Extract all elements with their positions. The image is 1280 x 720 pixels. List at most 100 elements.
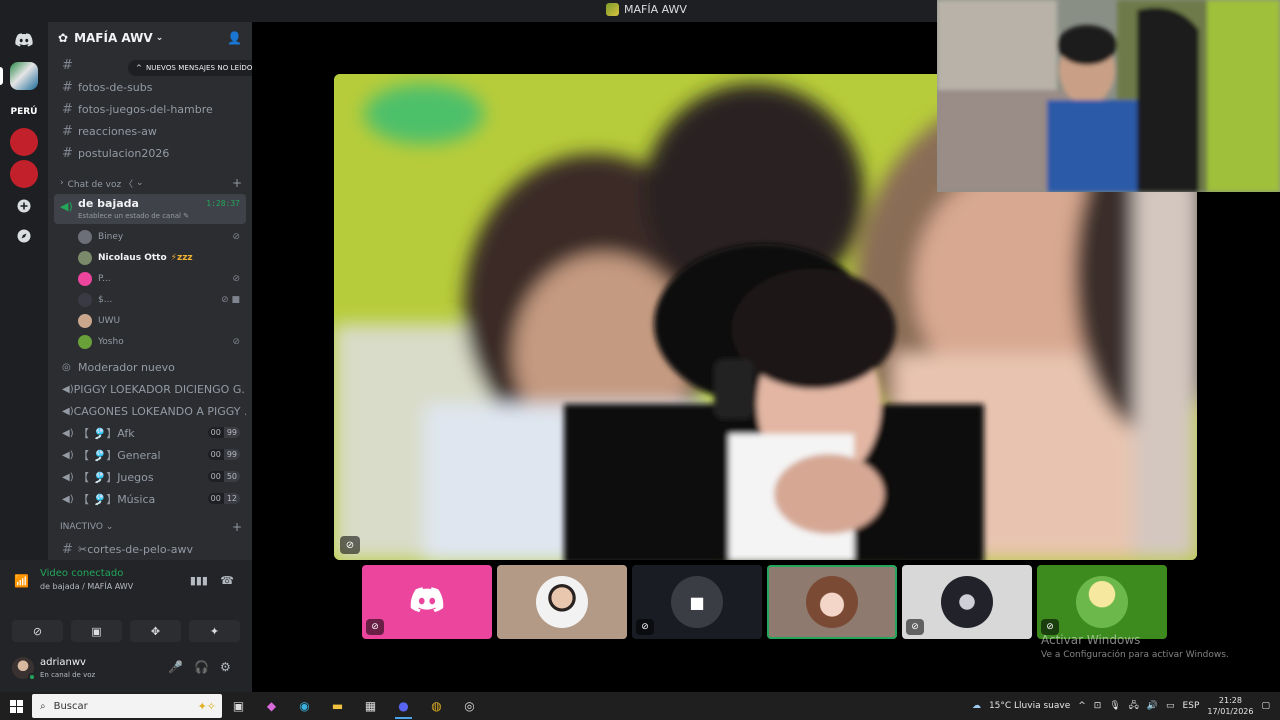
speaker-icon: ◀) xyxy=(62,493,74,505)
window-title-text: MAFÍA AWV xyxy=(624,3,687,16)
channel-status-prompt[interactable]: Establece un estado de canal ✎ xyxy=(78,212,189,220)
server-icon-red-2[interactable] xyxy=(10,160,38,188)
soundboard-button[interactable]: ✦ xyxy=(189,620,240,642)
speaker-icon: ◀) xyxy=(62,405,74,417)
voice-channel[interactable]: ◀) 【 🎐】Afk 00 99 xyxy=(54,422,246,444)
text-channel[interactable]: # reacciones-aw xyxy=(54,120,246,142)
add-channel-icon[interactable]: + xyxy=(232,176,242,190)
voice-user[interactable]: UWU xyxy=(78,310,252,331)
user-count-badge: 00 50 xyxy=(207,471,240,482)
voice-channel[interactable]: ◎ Moderador nuevo xyxy=(54,356,246,378)
current-user[interactable]: adrianwv En canal de voz 🎤 🎧 ⚙ xyxy=(8,652,244,688)
participant-tile[interactable] xyxy=(497,565,627,639)
avatar xyxy=(78,334,92,349)
hash-icon: # xyxy=(62,57,73,73)
file-explorer-icon[interactable]: ▬ xyxy=(321,692,354,720)
copilot-icon[interactable]: ◆ xyxy=(255,692,288,720)
microphone-icon[interactable]: 🎤 xyxy=(168,660,183,674)
screen-share-icon: ▣ xyxy=(91,624,102,638)
clock[interactable]: 21:28 17/01/2026 xyxy=(1207,695,1253,717)
screen-share-button[interactable]: ▣ xyxy=(71,620,122,642)
mic-muted-icon: ⊘ xyxy=(340,536,360,554)
user-panel: 📶 Video conectado de bajada / MAFÍA AWV … xyxy=(0,560,252,692)
server-name: MAFÍA AWV xyxy=(74,31,153,45)
edge-icon[interactable]: ◉ xyxy=(288,692,321,720)
participant-tile[interactable]: ⊘ xyxy=(1037,565,1167,639)
avatar xyxy=(806,576,858,628)
noise-suppression-icon[interactable]: ▮▮▮ xyxy=(190,574,208,587)
voice-channel[interactable]: ◀) PIGGY LOEKADOR DICIENGO G... xyxy=(54,378,246,400)
video-stage: ⊘ ⊘ ■ ⊘ ⊘ ⊘ xyxy=(252,0,1280,692)
voice-timer: 1:28:37 xyxy=(206,199,240,208)
volume-icon[interactable]: 🔊 xyxy=(1147,701,1158,711)
weather-text[interactable]: 15°C Lluvia suave xyxy=(989,701,1070,711)
chevron-up-icon[interactable]: ^ xyxy=(1078,701,1086,711)
participant-tile[interactable]: ■ ⊘ xyxy=(632,565,762,639)
window-title: MAFÍA AWV xyxy=(606,3,687,16)
voice-user[interactable]: Nicolaus Otto ⚡zzz xyxy=(78,247,252,268)
voice-channel[interactable]: ◀) 【 🎐】Juegos 00 50 xyxy=(54,466,246,488)
voice-channel[interactable]: ◀) 【 🎐】Música 00 12 xyxy=(54,488,246,510)
rail-selected-pip xyxy=(0,67,3,85)
disconnect-icon[interactable]: ☎ xyxy=(220,574,234,587)
signal-icon[interactable]: 📶 xyxy=(14,574,29,588)
voice-user[interactable]: Biney ⊘ xyxy=(78,226,252,247)
hash-icon: # xyxy=(62,145,73,161)
battery-icon[interactable]: ▭ xyxy=(1166,701,1175,711)
participant-tile[interactable]: ⊘ xyxy=(902,565,1032,639)
avatar xyxy=(78,292,92,307)
settings-gear-icon[interactable]: ⚙ xyxy=(220,660,231,674)
server-icon-mafia-awv[interactable] xyxy=(10,62,38,90)
tray-app-icon[interactable]: ⊡ xyxy=(1094,701,1102,711)
voice-user[interactable]: $... ⊘ ■ xyxy=(78,289,252,310)
activities-button[interactable]: ✥ xyxy=(130,620,181,642)
participant-tile-selected[interactable] xyxy=(767,565,897,639)
camera-off-button[interactable]: ⊘ xyxy=(12,620,63,642)
speaker-icon: ◀) xyxy=(60,200,73,213)
category-voice-chat[interactable]: › Chat de voz 〈 ⌄ + xyxy=(54,172,246,194)
weather-icon: ☁ xyxy=(971,701,981,711)
hash-icon: # xyxy=(62,123,73,139)
server-icon-red-1[interactable] xyxy=(10,128,38,156)
add-server-icon[interactable] xyxy=(10,192,38,220)
chrome-icon[interactable]: ◍ xyxy=(420,692,453,720)
active-voice-channel[interactable]: ◀) de bajada Establece un estado de cana… xyxy=(54,194,246,224)
tray-mic-icon[interactable]: 🎙 xyxy=(1109,701,1120,711)
notification-icon[interactable]: ▢ xyxy=(1261,701,1270,711)
text-channel[interactable]: # fotos-juegos-del-hambre xyxy=(54,98,246,120)
webcam-frame xyxy=(937,0,1280,192)
connection-title: Video conectado xyxy=(40,568,124,579)
mic-muted-icon: ⊘ xyxy=(366,619,384,635)
windows-start-icon[interactable] xyxy=(0,692,32,720)
add-channel-icon[interactable]: + xyxy=(232,520,242,534)
taskbar-search[interactable]: ⌕ Buscar ✦✧ xyxy=(32,694,222,718)
voice-channel[interactable]: ◀) CAGONES LOKEANDO A PIGGY ... xyxy=(54,400,246,422)
text-channel[interactable]: # ✂cortes-de-pelo-awv xyxy=(54,538,246,560)
chevron-right-icon: › xyxy=(60,178,64,188)
active-voice-name: de bajada xyxy=(78,197,139,210)
voice-user[interactable]: P... ⊘ xyxy=(78,268,252,289)
chevron-down-icon: ⌄ xyxy=(155,33,164,43)
language-indicator[interactable]: ESP xyxy=(1183,701,1200,711)
invite-people-icon[interactable]: 👤 xyxy=(227,31,242,45)
connection-subtitle[interactable]: de bajada / MAFÍA AWV xyxy=(40,582,133,591)
discord-home-icon[interactable] xyxy=(10,26,38,54)
discord-taskbar-icon[interactable]: ● xyxy=(387,692,420,720)
store-icon[interactable]: ▦ xyxy=(354,692,387,720)
explore-compass-icon[interactable] xyxy=(10,222,38,250)
discord-logo-icon xyxy=(410,587,444,617)
text-channel[interactable]: # fotos-de-subs xyxy=(54,76,246,98)
unread-messages-pill[interactable]: ^ NUEVOS MENSAJES NO LEÍDOS xyxy=(128,60,252,76)
server-icon-peru[interactable]: PERÚ xyxy=(10,98,38,126)
server-header[interactable]: ✿ MAFÍA AWV ⌄ 👤 xyxy=(48,22,252,54)
task-view-icon[interactable]: ▣ xyxy=(222,692,255,720)
category-inactive[interactable]: INACTIVO ⌄ + xyxy=(54,516,246,538)
participant-tile[interactable]: ⊘ xyxy=(362,565,492,639)
network-icon[interactable]: 🖧 xyxy=(1129,698,1139,714)
headphones-icon[interactable]: 🎧 xyxy=(194,660,209,674)
voice-user[interactable]: Yosho ⊘ xyxy=(78,331,252,352)
voice-channel[interactable]: ◀) 【 🎐】General 00 99 xyxy=(54,444,246,466)
text-channel[interactable]: # postulacion2026 xyxy=(54,142,246,164)
obs-icon[interactable]: ◎ xyxy=(453,692,486,720)
online-status-dot xyxy=(28,673,36,681)
